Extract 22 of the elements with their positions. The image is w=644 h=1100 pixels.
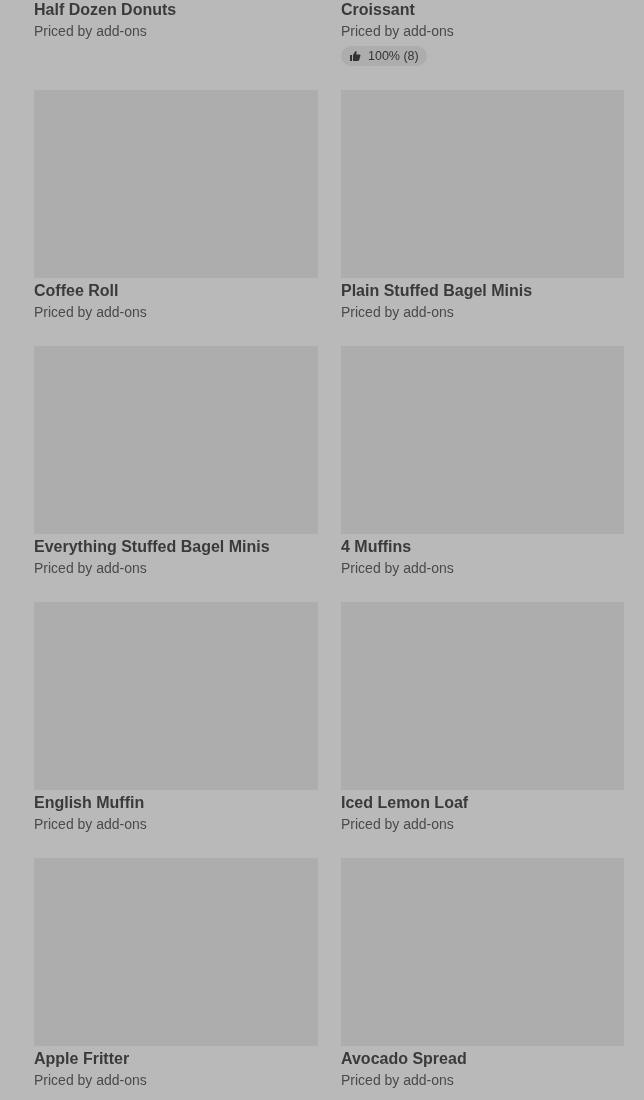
item-price-note: Priced by add-ons [34,1071,147,1090]
item-title[interactable]: 4 Muffins [341,537,412,557]
item-title[interactable]: Croissant [341,0,415,20]
item-title[interactable]: Everything Stuffed Bagel Minis [34,537,270,557]
item-title[interactable]: Apple Fritter [34,1049,130,1069]
item-price-note: Priced by add-ons [341,815,454,834]
item-title[interactable]: Iced Lemon Loaf [341,793,469,813]
thumbs-up-icon [349,50,361,62]
item-price-note: Priced by add-ons [341,1071,454,1090]
item-price-note: Priced by add-ons [341,22,454,41]
item-title[interactable]: Half Dozen Donuts [34,0,177,20]
item-title[interactable]: Coffee Roll [34,281,119,301]
item-price-note: Priced by add-ons [341,559,454,578]
item-price-note: Priced by add-ons [341,303,454,322]
item-title[interactable]: English Muffin [34,793,145,813]
rating-text: 100% (8) [368,49,419,63]
item-price-note: Priced by add-ons [34,22,147,41]
item-price-note: Priced by add-ons [34,303,147,322]
item-title[interactable]: Avocado Spread [341,1049,467,1069]
item-price-note: Priced by add-ons [34,559,147,578]
item-price-note: Priced by add-ons [34,815,147,834]
item-title[interactable]: Plain Stuffed Bagel Minis [341,281,533,301]
